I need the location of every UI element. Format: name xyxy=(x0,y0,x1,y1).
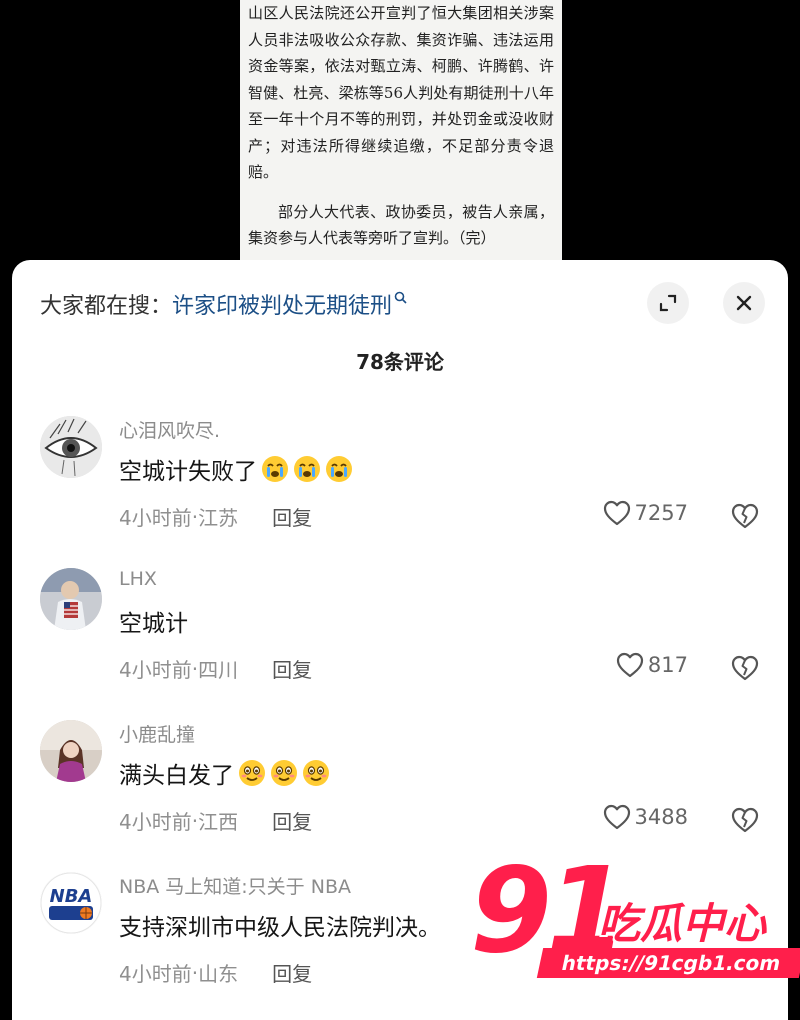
like-count: 817 xyxy=(647,653,688,677)
comment-username[interactable]: 心泪风吹尽. xyxy=(119,416,220,443)
comment-location: 四川 xyxy=(198,658,239,682)
avatar[interactable]: NBA xyxy=(40,872,102,934)
flushed-smile-icon xyxy=(239,760,265,786)
comment-item: 心泪风吹尽. 空城计失败了 4小时前 · 江苏 回复 7257 xyxy=(12,410,788,562)
comment-sheet: 大家都在搜： 许家印被判处无期徒刑 78条评论 心泪风吹尽. 空城计失败了 4小… xyxy=(12,260,788,1020)
comment-time: 4小时前 xyxy=(119,506,192,530)
heart-icon xyxy=(603,804,630,830)
comment-text: 支持深圳市中级人民法院判决。 xyxy=(119,908,441,942)
comment-username[interactable]: LHX xyxy=(119,568,157,590)
comment-username[interactable]: NBA 马上知道:只关于 NBA xyxy=(119,872,351,899)
like-button[interactable]: 3488 xyxy=(603,804,688,830)
reply-button[interactable]: 回复 xyxy=(272,654,312,683)
comment-location: 江苏 xyxy=(198,506,239,530)
svg-text:NBA: NBA xyxy=(50,886,93,907)
crying-emoji-group xyxy=(261,455,353,483)
expand-icon xyxy=(659,294,677,312)
avatar[interactable] xyxy=(40,416,102,478)
article-paragraph-1: 山区人民法院还公开宣判了恒大集团相关涉案人员非法吸收公众存款、集资诈骗、违法运用… xyxy=(248,4,554,181)
search-icon xyxy=(394,291,407,308)
dislike-button[interactable] xyxy=(730,654,760,685)
avatar[interactable] xyxy=(40,568,102,630)
trending-search-bar[interactable]: 大家都在搜： 许家印被判处无期徒刑 xyxy=(40,284,407,324)
broken-heart-icon xyxy=(731,503,759,529)
expand-button[interactable] xyxy=(647,282,689,324)
comment-item: 小鹿乱撞 满头白发了 4小时前 · 江西 回复 3488 xyxy=(12,714,788,866)
crying-face-icon xyxy=(294,456,320,482)
flushed-smile-icon xyxy=(303,760,329,786)
dislike-button[interactable] xyxy=(730,502,760,533)
article-paragraph-2: 部分人大代表、政协委员，被告人亲属，集资参与人代表等旁听了宣判。（完） xyxy=(248,202,554,248)
comment-meta: 4小时前 · 江西 回复 xyxy=(119,806,312,835)
comment-text: 空城计失败了 xyxy=(119,452,353,486)
reply-button[interactable]: 回复 xyxy=(272,502,312,531)
comment-location: 江西 xyxy=(198,810,239,834)
comment-body: 空城计失败了 xyxy=(119,459,257,485)
trending-search-prefix: 大家都在搜： xyxy=(40,294,173,319)
broken-heart-icon xyxy=(731,807,759,833)
comment-time: 4小时前 xyxy=(119,658,192,682)
flushed-smile-icon xyxy=(271,760,297,786)
comment-location: 山东 xyxy=(198,962,239,986)
comment-meta: 4小时前 · 江苏 回复 xyxy=(119,502,312,531)
like-button[interactable]: 817 xyxy=(616,652,688,678)
comment-count-title: 78条评论 xyxy=(356,350,444,374)
comment-body: 满头白发了 xyxy=(119,763,234,789)
comment-text: 满头白发了 xyxy=(119,756,330,790)
trending-search-link[interactable]: 许家印被判处无期徒刑 xyxy=(172,288,392,320)
comment-item: LHX 空城计 4小时前 · 四川 回复 817 xyxy=(12,562,788,714)
close-icon xyxy=(736,295,752,311)
avatar[interactable] xyxy=(40,720,102,782)
broken-heart-icon xyxy=(731,655,759,681)
article-crop: 山区人民法院还公开宣判了恒大集团相关涉案人员非法吸收公众存款、集资诈骗、违法运用… xyxy=(240,0,562,300)
comment-body: 空城计 xyxy=(119,611,188,637)
heart-icon xyxy=(603,500,630,526)
like-count: 7257 xyxy=(634,501,688,525)
comment-item: NBA NBA 马上知道:只关于 NBA 支持深圳市中级人民法院判决。 4小时前… xyxy=(12,866,788,1018)
crying-face-icon xyxy=(262,456,288,482)
reply-button[interactable]: 回复 xyxy=(272,806,312,835)
close-button[interactable] xyxy=(723,282,765,324)
heart-icon xyxy=(616,652,644,678)
dislike-button[interactable] xyxy=(730,806,760,837)
comment-text: 空城计 xyxy=(119,604,188,638)
comment-list: 心泪风吹尽. 空城计失败了 4小时前 · 江苏 回复 7257 LHX 空城计 … xyxy=(12,410,788,1018)
comment-username[interactable]: 小鹿乱撞 xyxy=(119,720,195,747)
flushed-emoji-group xyxy=(238,759,330,787)
comment-meta: 4小时前 · 四川 回复 xyxy=(119,654,312,683)
comment-time: 4小时前 xyxy=(119,962,192,986)
like-count: 3488 xyxy=(634,805,688,829)
comment-body: 支持深圳市中级人民法院判决。 xyxy=(119,915,441,941)
comment-time: 4小时前 xyxy=(119,810,192,834)
crying-face-icon xyxy=(326,456,352,482)
like-button[interactable]: 7257 xyxy=(603,500,688,526)
comment-meta: 4小时前 · 山东 回复 xyxy=(119,958,312,987)
reply-button[interactable]: 回复 xyxy=(272,958,312,987)
